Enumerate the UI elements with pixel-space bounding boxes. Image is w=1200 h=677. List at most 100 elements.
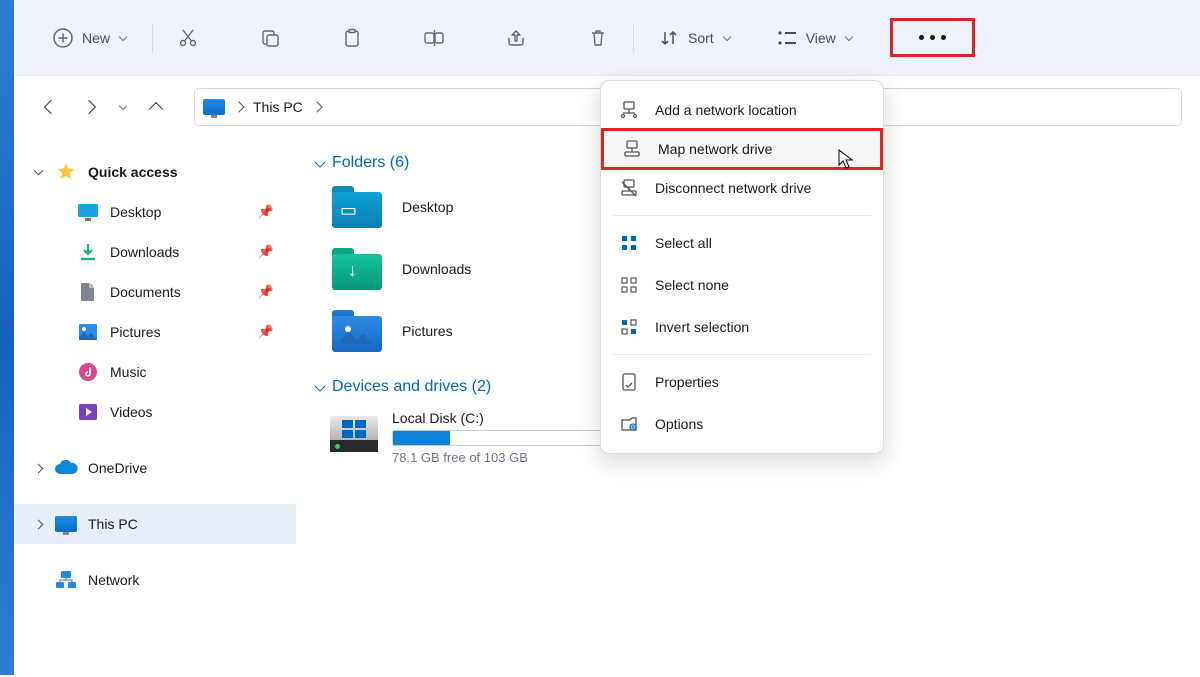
folder-label: Desktop — [402, 199, 453, 215]
more-button-highlight — [890, 18, 975, 57]
more-context-menu: Add a network location Map network drive… — [600, 80, 884, 454]
chevron-right-icon — [233, 101, 244, 112]
invert-icon — [619, 317, 639, 337]
chevron-right-icon — [33, 519, 43, 529]
menu-label: Invert selection — [655, 319, 749, 335]
separator — [152, 23, 153, 53]
menu-add-network-location[interactable]: Add a network location — [601, 89, 883, 131]
sidebar-item-downloads[interactable]: Downloads 📌 — [14, 232, 296, 272]
music-icon — [76, 360, 100, 384]
recent-button[interactable] — [112, 89, 134, 125]
arrow-right-icon — [83, 100, 97, 114]
arrow-up-icon — [149, 100, 163, 114]
sidebar-item-quick-access[interactable]: Quick access — [14, 152, 296, 192]
menu-label: Select none — [655, 277, 729, 293]
chevron-down-icon — [722, 33, 732, 43]
more-button[interactable] — [913, 25, 952, 50]
folder-label: Downloads — [402, 261, 471, 277]
cloud-icon — [54, 456, 78, 480]
toolbar: New — [14, 0, 1200, 76]
pictures-folder-icon — [332, 310, 382, 352]
copy-icon — [259, 27, 281, 49]
sidebar-item-this-pc[interactable]: This PC — [14, 504, 296, 544]
back-button[interactable] — [32, 89, 68, 125]
trash-icon — [587, 27, 609, 49]
network-label: Network — [88, 572, 139, 588]
new-label: New — [82, 30, 110, 46]
desktop-icon — [76, 200, 100, 224]
menu-properties[interactable]: Properties — [601, 361, 883, 403]
sidebar-item-music[interactable]: Music — [14, 352, 296, 392]
chevron-down-icon — [314, 156, 325, 167]
rename-button[interactable] — [413, 19, 455, 57]
this-pc-icon — [203, 99, 225, 115]
paste-button[interactable] — [331, 19, 373, 57]
cursor-icon — [838, 149, 854, 171]
menu-label: Add a network location — [655, 102, 797, 118]
desktop-folder-icon: ▭ — [332, 186, 382, 228]
sidebar-item-documents[interactable]: Documents 📌 — [14, 272, 296, 312]
menu-label: Properties — [655, 374, 719, 390]
menu-select-none[interactable]: Select none — [601, 264, 883, 306]
sidebar-item-videos[interactable]: Videos — [14, 392, 296, 432]
this-pc-label: This PC — [88, 516, 138, 532]
menu-label: Select all — [655, 235, 712, 251]
sort-icon — [658, 27, 680, 49]
menu-label: Map network drive — [658, 141, 772, 157]
up-button[interactable] — [138, 89, 174, 125]
plus-circle-icon — [52, 27, 74, 49]
menu-label: Disconnect network drive — [655, 180, 811, 196]
menu-invert-selection[interactable]: Invert selection — [601, 306, 883, 348]
navigation-pane: Quick access Desktop 📌 Downloads 📌 Docum… — [14, 138, 296, 677]
clipboard-icon — [341, 27, 363, 49]
cut-button[interactable] — [167, 19, 209, 57]
document-icon — [76, 280, 100, 304]
drive-free-text: 78.1 GB free of 103 GB — [392, 450, 632, 465]
menu-select-all[interactable]: Select all — [601, 222, 883, 264]
star-icon — [54, 160, 78, 184]
options-icon — [619, 414, 639, 434]
forward-button[interactable] — [72, 89, 108, 125]
sidebar-item-network[interactable]: Network — [14, 560, 296, 600]
videos-label: Videos — [110, 404, 153, 420]
share-icon — [505, 27, 527, 49]
quick-access-label: Quick access — [88, 164, 178, 180]
menu-separator — [613, 215, 871, 216]
sidebar-item-pictures[interactable]: Pictures 📌 — [14, 312, 296, 352]
pin-icon: 📌 — [258, 324, 274, 340]
local-disk-icon — [330, 416, 378, 452]
video-icon — [76, 400, 100, 424]
share-button[interactable] — [495, 19, 537, 57]
documents-label: Documents — [110, 284, 181, 300]
chevron-down-icon — [314, 380, 325, 391]
chevron-down-icon — [844, 33, 854, 43]
chevron-down-icon — [118, 33, 128, 43]
disconnect-icon — [619, 178, 639, 198]
menu-disconnect-network-drive[interactable]: Disconnect network drive — [601, 167, 883, 209]
pin-icon: 📌 — [258, 244, 274, 260]
copy-button[interactable] — [249, 19, 291, 57]
pin-icon: 📌 — [258, 204, 274, 220]
chevron-down-icon — [118, 102, 128, 112]
drive-name: Local Disk (C:) — [392, 410, 632, 426]
new-button[interactable]: New — [42, 19, 138, 57]
folder-label: Pictures — [402, 323, 453, 339]
menu-separator — [613, 354, 871, 355]
menu-options[interactable]: Options — [601, 403, 883, 445]
chevron-down-icon — [33, 166, 43, 176]
delete-button[interactable] — [577, 19, 619, 57]
ellipsis-icon — [919, 35, 924, 40]
music-label: Music — [110, 364, 147, 380]
drive-local-c[interactable]: Local Disk (C:) 78.1 GB free of 103 GB — [330, 410, 632, 465]
sidebar-item-onedrive[interactable]: OneDrive — [14, 448, 296, 488]
chevron-right-icon — [311, 101, 322, 112]
view-button[interactable]: View — [766, 19, 864, 57]
menu-map-network-drive[interactable]: Map network drive — [601, 128, 883, 170]
sort-button[interactable]: Sort — [648, 19, 742, 57]
folders-title: Folders (6) — [332, 154, 409, 172]
picture-icon — [76, 320, 100, 344]
select-all-icon — [619, 233, 639, 253]
network-location-icon — [619, 100, 639, 120]
sidebar-item-desktop[interactable]: Desktop 📌 — [14, 192, 296, 232]
pin-icon: 📌 — [258, 284, 274, 300]
